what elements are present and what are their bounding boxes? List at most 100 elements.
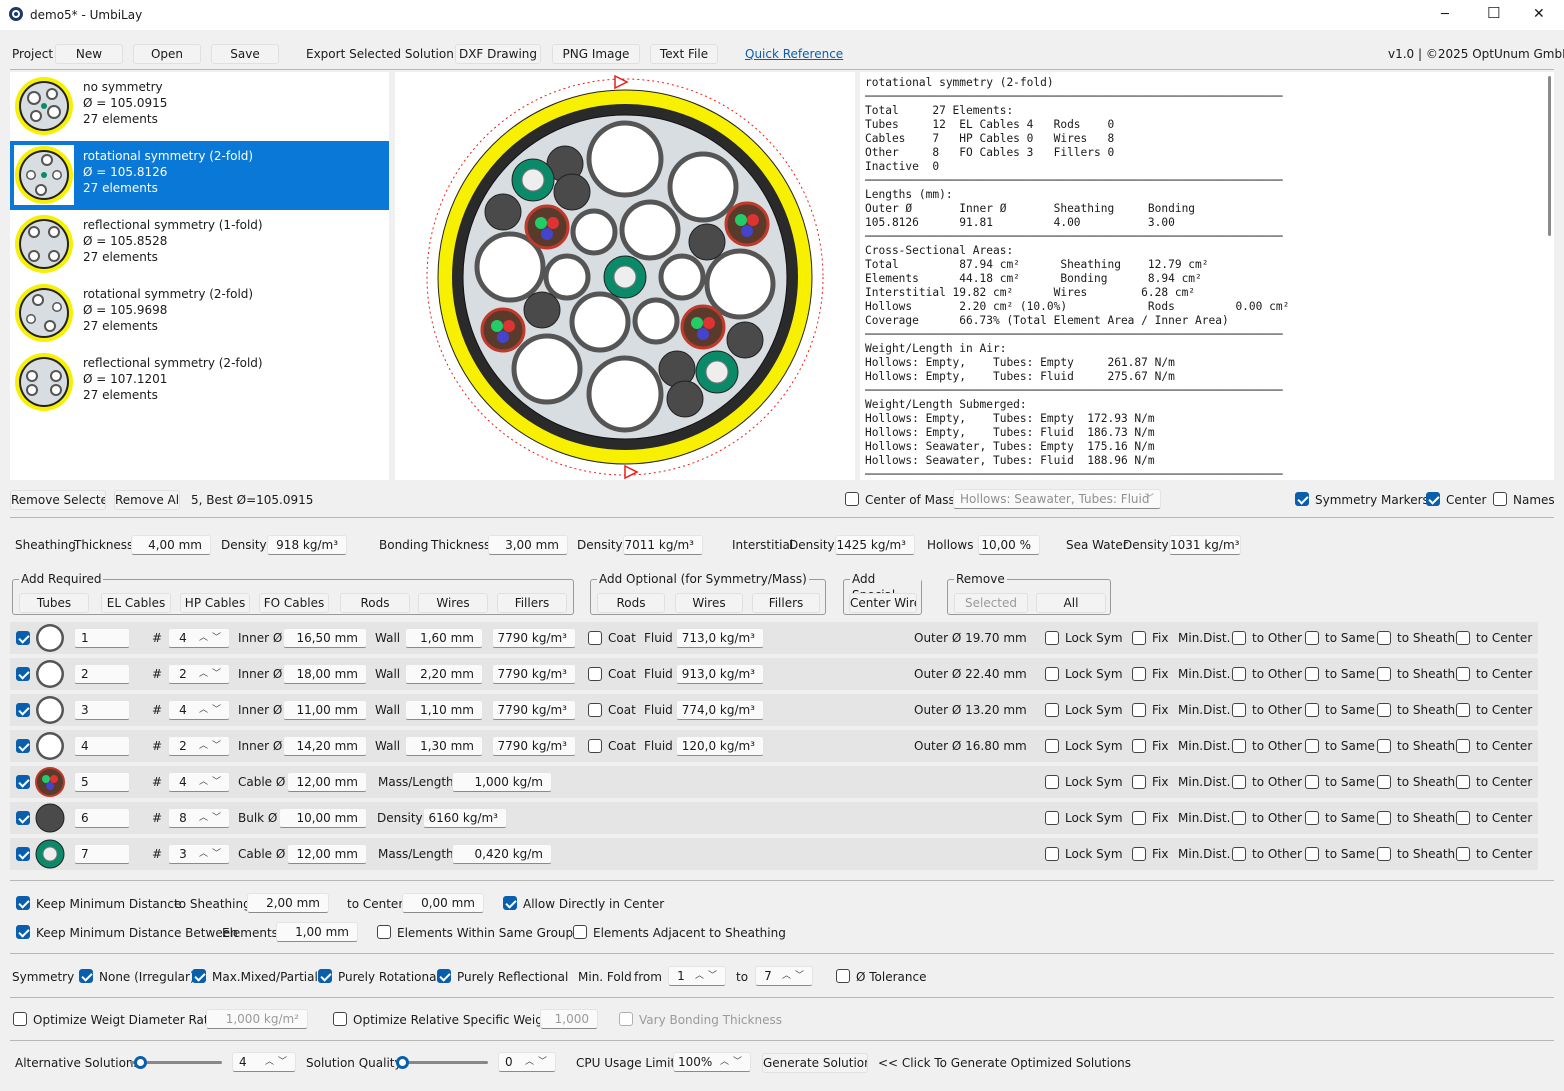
coat-checkbox[interactable] [588,667,602,681]
count-spinner[interactable]: 3 ︿﹀ [168,844,230,864]
density-field[interactable]: 6160 kg/m³ [423,808,507,828]
element-name-field[interactable]: 1 [74,628,130,648]
to-sheath-checkbox[interactable] [1377,739,1391,753]
element-name-field[interactable]: 5 [74,772,130,792]
table-row[interactable]: 7 #3 ︿﹀ Cable Ø 12,00 mm Mass/Length 0,420 kg/… [10,838,1538,870]
count-spinner[interactable]: 4 ︿﹀ [168,628,230,648]
spin-arrows-icon[interactable]: ︿﹀ [197,701,227,719]
coat-checkbox[interactable] [588,703,602,717]
add-tubes-button[interactable]: Tubes [19,593,89,613]
add-rods-button[interactable]: Rods [340,593,410,613]
to-center-field[interactable]: 0,00 mm [402,893,484,913]
density-field[interactable]: 7790 kg/m³ [492,664,576,684]
to-other-checkbox[interactable] [1232,775,1246,789]
optimize-relative-field[interactable]: 1,000 [540,1009,598,1029]
bonding-thickness-field[interactable]: 3,00 mm [488,535,568,555]
quality-slider[interactable] [396,1056,488,1069]
to-other-checkbox[interactable] [1232,703,1246,717]
fix-checkbox[interactable] [1132,847,1146,861]
lock-sym-checkbox[interactable] [1045,775,1059,789]
scrollbar[interactable] [1548,76,1551,236]
density-field[interactable]: 7790 kg/m³ [492,628,576,648]
spin-arrows-icon[interactable]: ︿﹀ [693,967,723,985]
within-group-checkbox[interactable] [377,925,391,939]
to-center-checkbox[interactable] [1456,631,1470,645]
center-checkbox[interactable] [1426,492,1440,506]
to-sheath-checkbox[interactable] [1377,811,1391,825]
add-optional-wires-button[interactable]: Wires [675,593,743,613]
maximize-icon[interactable]: ☐ [1487,5,1500,21]
symmetry-reflectional-checkbox[interactable] [437,969,451,983]
fluid-density-field[interactable]: 120,0 kg/m³ [676,736,764,756]
count-spinner[interactable]: 2 ︿﹀ [168,664,230,684]
report-panel[interactable]: rotational symmetry (2-fold) ───────────… [860,72,1554,480]
table-row[interactable]: 1 #4 ︿﹀ Inner Ø 16,50 mm Wall 1,60 mm 7790 kg/m… [10,622,1538,654]
wall-field[interactable]: 1,30 mm [405,736,483,756]
slider-thumb[interactable] [134,1056,147,1069]
to-center-checkbox[interactable] [1456,847,1470,861]
density-field[interactable]: 7790 kg/m³ [492,700,576,720]
count-spinner[interactable]: 2 ︿﹀ [168,736,230,756]
tolerance-checkbox[interactable] [836,969,850,983]
element-name-field[interactable]: 7 [74,844,130,864]
hollows-select[interactable]: Hollows: Seawater, Tubes: Fluid ﹀ [953,489,1161,509]
between-elements-field[interactable]: 1,00 mm [276,922,358,942]
names-checkbox[interactable] [1493,492,1507,506]
active-checkbox[interactable] [16,631,30,645]
export-png-button[interactable]: PNG Image [552,44,640,64]
export-dxf-button[interactable]: DXF Drawing [455,44,541,64]
spin-arrows-icon[interactable]: ︿﹀ [197,845,227,863]
to-center-checkbox[interactable] [1456,739,1470,753]
table-row[interactable]: 5 #4 ︿﹀ Cable Ø 12,00 mm Mass/Length 1,000 kg/… [10,766,1538,798]
fold-to-spinner[interactable]: 7 ︿﹀ [755,966,813,986]
spin-arrows-icon[interactable]: ︿﹀ [718,1053,748,1071]
active-checkbox[interactable] [16,739,30,753]
lock-sym-checkbox[interactable] [1045,739,1059,753]
open-button[interactable]: Open [133,44,201,64]
solutions-list[interactable]: no symmetry Ø = 105.0915 27 elements rot… [10,72,389,480]
close-icon[interactable]: ✕ [1533,6,1545,22]
alt-solutions-slider[interactable] [130,1056,222,1069]
to-same-checkbox[interactable] [1305,811,1319,825]
slider-thumb[interactable] [396,1056,409,1069]
element-name-field[interactable]: 4 [74,736,130,756]
cpu-spinner[interactable]: 100% ︿﹀ [673,1052,751,1072]
coat-checkbox[interactable] [588,631,602,645]
remove-all-elements-button[interactable]: All [1036,593,1106,613]
remove-selected-element-button[interactable]: Selected [954,593,1028,613]
inner-diameter-field[interactable]: 14,20 mm [283,736,367,756]
quick-reference-link[interactable]: Quick Reference [745,46,843,62]
cross-section-view[interactable] [395,72,855,480]
to-same-checkbox[interactable] [1305,667,1319,681]
symmetry-markers-checkbox[interactable] [1295,492,1309,506]
active-checkbox[interactable] [16,703,30,717]
add-fillers-button[interactable]: Fillers [497,593,567,613]
add-fo-cables-button[interactable]: FO Cables [259,593,329,613]
to-center-checkbox[interactable] [1456,775,1470,789]
fix-checkbox[interactable] [1132,703,1146,717]
to-sheath-checkbox[interactable] [1377,775,1391,789]
lock-sym-checkbox[interactable] [1045,703,1059,717]
keep-min-distance-checkbox[interactable] [16,896,30,910]
active-checkbox[interactable] [16,775,30,789]
center-of-mass-checkbox[interactable] [845,492,859,506]
to-other-checkbox[interactable] [1232,667,1246,681]
to-sheath-checkbox[interactable] [1377,631,1391,645]
to-sheath-checkbox[interactable] [1377,667,1391,681]
fluid-density-field[interactable]: 913,0 kg/m³ [676,664,764,684]
fix-checkbox[interactable] [1132,775,1146,789]
sea-water-density-field[interactable]: 1031 kg/m³ [1169,535,1241,555]
spin-arrows-icon[interactable]: ︿﹀ [197,809,227,827]
optimize-relative-checkbox[interactable] [333,1012,347,1026]
spin-arrows-icon[interactable]: ︿﹀ [523,1053,553,1071]
spin-arrows-icon[interactable]: ︿﹀ [197,773,227,791]
spin-arrows-icon[interactable]: ︿﹀ [197,665,227,683]
adjacent-sheathing-checkbox[interactable] [573,925,587,939]
coat-checkbox[interactable] [588,739,602,753]
count-spinner[interactable]: 8 ︿﹀ [168,808,230,828]
spin-arrows-icon[interactable]: ︿﹀ [263,1053,293,1071]
lock-sym-checkbox[interactable] [1045,631,1059,645]
element-name-field[interactable]: 3 [74,700,130,720]
add-center-wire-button[interactable]: Center Wire [849,593,917,613]
element-name-field[interactable]: 2 [74,664,130,684]
